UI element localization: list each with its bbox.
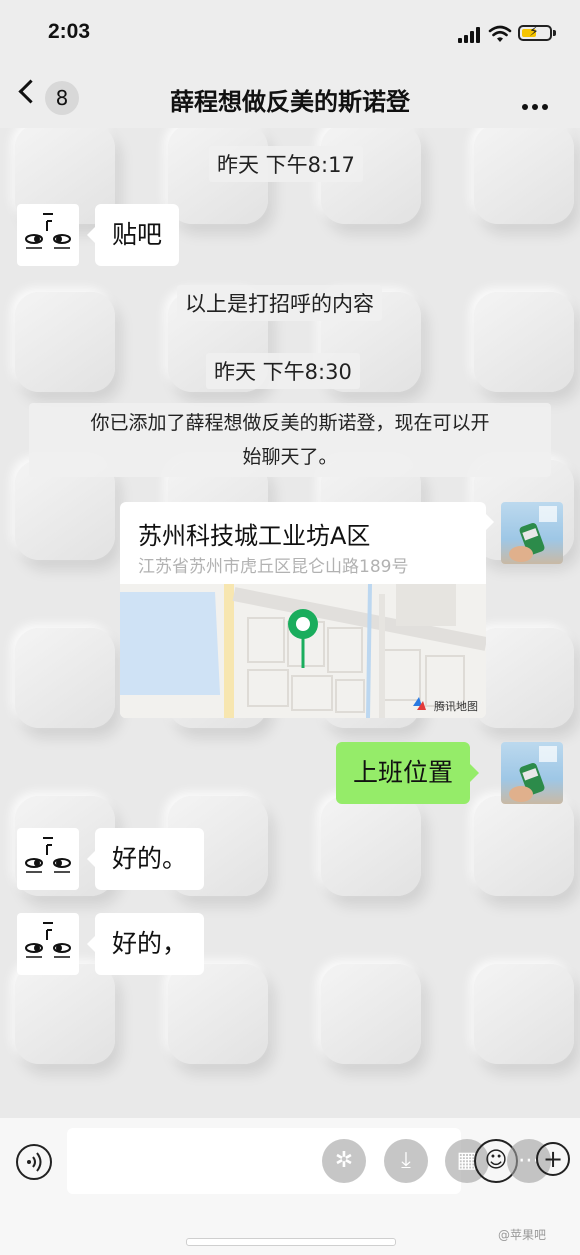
message-bubble[interactable]: 好的， — [86, 913, 205, 975]
cellular-signal-icon — [458, 27, 484, 43]
contact-avatar[interactable] — [17, 913, 79, 975]
wallpaper-tile — [15, 628, 115, 728]
can-photo-avatar-icon — [509, 746, 557, 802]
chat-header: 8 薛程想做反美的斯诺登 — [0, 66, 580, 128]
system-notice-line: 始聊天了。 — [242, 446, 338, 468]
timestamp: 昨天 下午8:17 — [209, 146, 363, 182]
battery-icon: ⚡ — [518, 24, 552, 41]
pinwheel-icon[interactable]: ✲ — [322, 1139, 366, 1183]
wallpaper-tile — [168, 964, 268, 1064]
chat-title: 薛程想做反美的斯诺登 — [170, 88, 410, 116]
add-icon[interactable]: + — [536, 1142, 570, 1176]
system-notice-line: 你已添加了薛程想做反美的斯诺登，现在可以开 — [90, 412, 490, 434]
watermark: @苹果吧 — [498, 1228, 547, 1242]
wallpaper-tile — [321, 796, 421, 896]
wallpaper-tile — [474, 796, 574, 896]
contact-avatar[interactable] — [17, 204, 79, 266]
map-credit: 腾讯地图 — [434, 700, 478, 713]
system-notice: 你已添加了薛程想做反美的斯诺登，现在可以开 始聊天了。 — [29, 403, 551, 477]
can-photo-avatar-icon — [509, 506, 557, 562]
wifi-icon — [488, 25, 512, 42]
sly-eyes-avatar-icon — [25, 922, 71, 958]
wallpaper-tile — [321, 964, 421, 1064]
self-avatar[interactable] — [501, 502, 563, 564]
wallpaper-tile — [474, 628, 574, 728]
sly-eyes-avatar-icon — [25, 837, 71, 873]
wallpaper-tile — [474, 964, 574, 1064]
more-options-icon[interactable] — [522, 95, 552, 114]
sly-eyes-avatar-icon — [25, 213, 71, 249]
message-bubble-self[interactable]: 上班位置 — [336, 742, 480, 804]
wallpaper-tile — [15, 964, 115, 1064]
location-map: 腾讯地图 — [120, 584, 486, 718]
contact-avatar[interactable] — [17, 828, 79, 890]
message-bubble[interactable]: 贴吧 — [86, 204, 180, 266]
location-card[interactable]: 苏州科技城工业坊A区 江苏省苏州市虎丘区昆仑山路189号 腾讯地图 — [120, 502, 486, 718]
status-bar: 2:03 ⚡ — [0, 0, 580, 66]
message-bubble[interactable]: 好的。 — [86, 828, 205, 890]
input-bar: ✲ ⤓ ▦ ☺ ⋯ + — [0, 1118, 580, 1255]
status-time: 2:03 — [48, 20, 91, 43]
location-name: 苏州科技城工业坊A区 — [138, 522, 371, 550]
map-graphic — [120, 584, 486, 718]
voice-icon — [27, 1152, 42, 1172]
wallpaper-tile — [15, 292, 115, 392]
voice-input-button[interactable] — [16, 1144, 52, 1180]
system-message: 以上是打招呼的内容 — [177, 285, 382, 321]
location-address: 江苏省苏州市虎丘区昆仑山路189号 — [138, 557, 409, 577]
self-avatar[interactable] — [501, 742, 563, 804]
timestamp: 昨天 下午8:30 — [206, 353, 360, 389]
download-icon[interactable]: ⤓ — [384, 1139, 428, 1183]
wallpaper-tile — [474, 128, 574, 224]
home-indicator — [186, 1238, 396, 1246]
wallpaper-tile — [474, 292, 574, 392]
